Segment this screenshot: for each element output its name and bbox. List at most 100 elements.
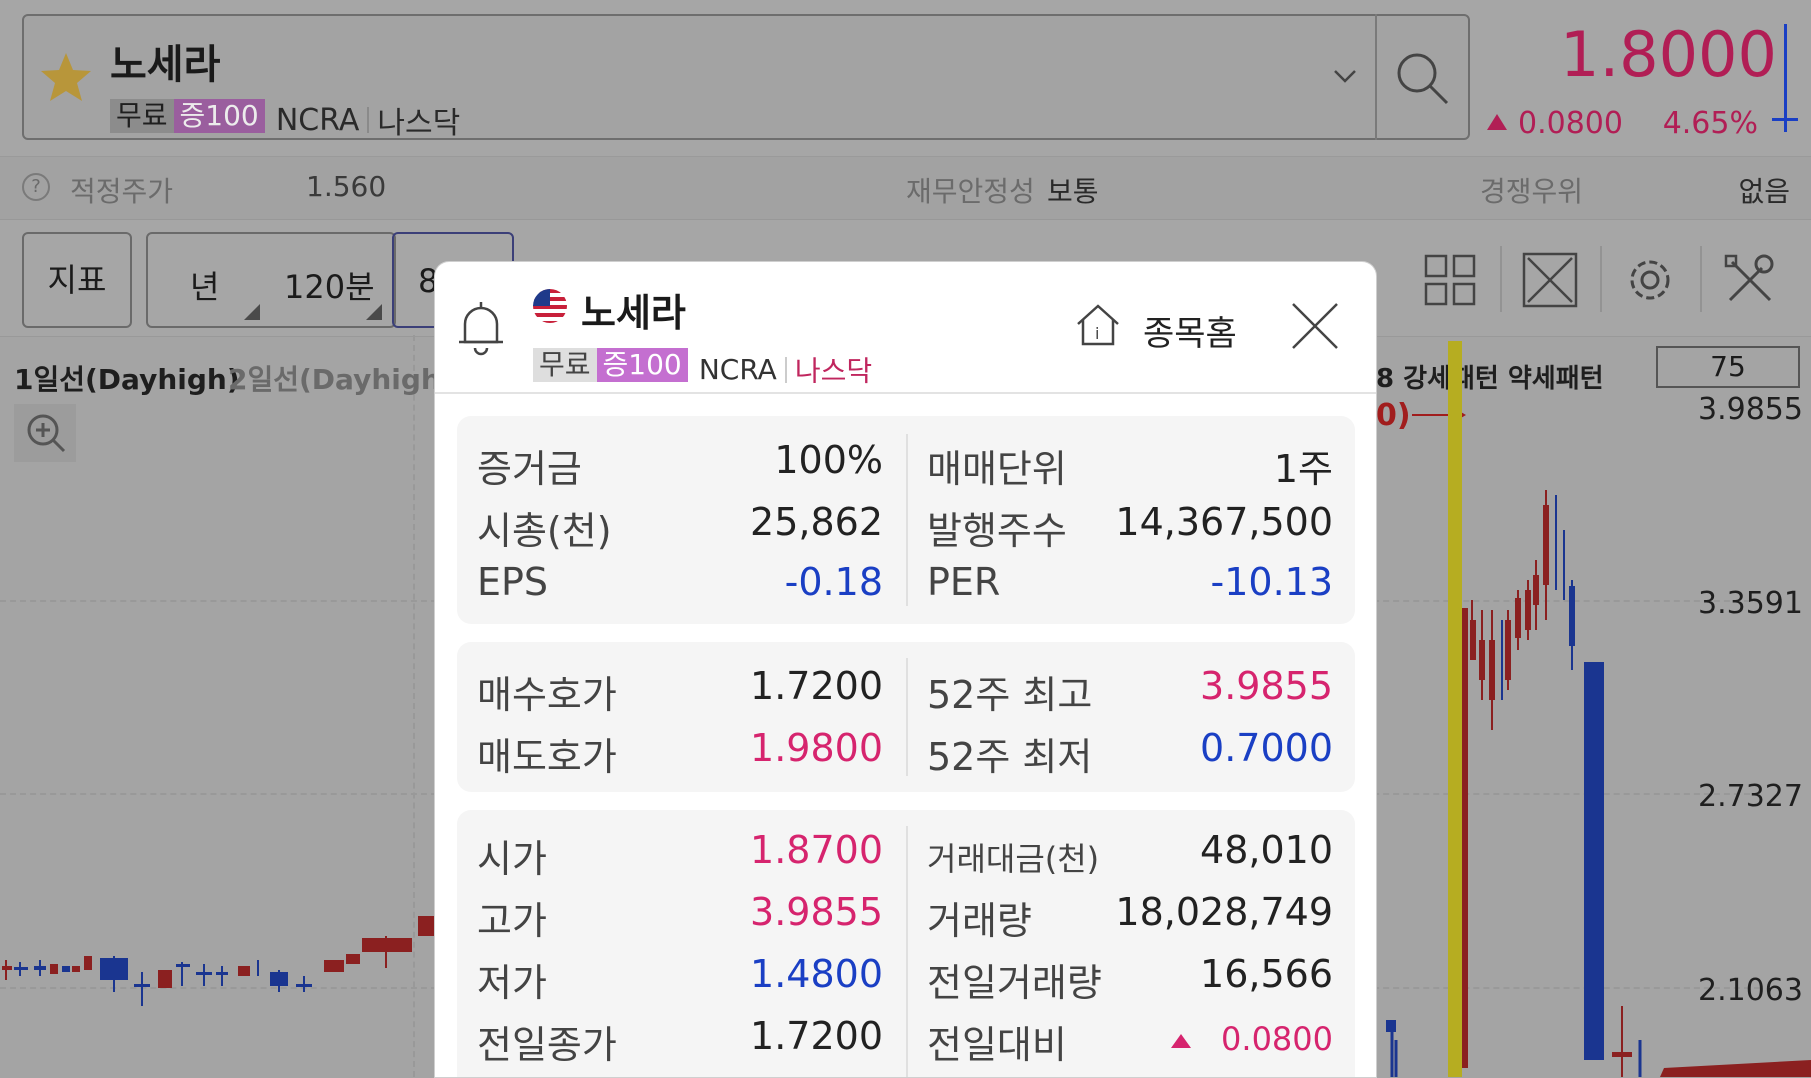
- price-label: 3.9855: [1698, 392, 1803, 427]
- us-flag-icon: [533, 289, 567, 323]
- low-value: 1.4800: [750, 952, 883, 996]
- popup-stock-tags: 무료 증100 NCRA 나스닥: [533, 348, 872, 388]
- toolbar-divider: [1500, 246, 1502, 312]
- grid-line: [413, 335, 415, 1077]
- help-icon[interactable]: ?: [22, 173, 50, 201]
- volume-value: 18,028,749: [1115, 890, 1333, 934]
- high-label: 고가: [477, 899, 547, 943]
- open-label: 시가: [477, 837, 547, 881]
- popup-tag-margin: 증100: [596, 348, 688, 382]
- price-label: 3.3591: [1698, 586, 1803, 621]
- tag-margin: 증100: [173, 98, 265, 133]
- per-label: PER: [927, 560, 1001, 604]
- high52-label: 52주 최고: [927, 673, 1093, 717]
- trading-card: 시가 1.8700 거래대금(천) 48,010 고가 3.9855 거래량 1…: [457, 810, 1355, 1077]
- ticker: NCRA: [275, 102, 360, 138]
- value-box: 75: [1656, 346, 1800, 388]
- amount-label: 거래대금(천): [927, 840, 1100, 878]
- stability-label: 재무안정성: [906, 175, 1035, 208]
- tag-free: 무료: [110, 98, 174, 133]
- open-value: 1.8700: [750, 828, 883, 872]
- price-label: 2.1063: [1698, 973, 1803, 1008]
- indicator-button[interactable]: 지표: [22, 232, 132, 328]
- fullscreen-icon[interactable]: [1522, 252, 1578, 308]
- period-year-button[interactable]: 년: [190, 262, 219, 308]
- svg-text:i: i: [1095, 324, 1099, 343]
- stability-value: 보통: [1047, 175, 1099, 208]
- pattern-label: 8 강세패턴 약세패턴: [1376, 364, 1604, 394]
- stock-info-popup: 노세라 무료 증100 NCRA 나스닥 i 종목홈 증거금 100% 매매단위 1…: [435, 262, 1376, 1077]
- high-value: 3.9855: [750, 890, 883, 934]
- prev-close-value: 1.7200: [750, 1014, 883, 1058]
- current-price: 1.8000: [1560, 18, 1777, 91]
- favorite-star-icon[interactable]: [38, 50, 94, 106]
- legend-2: 2일선(Dayhigh): [228, 363, 454, 396]
- competitive-label: 경쟁우위: [1480, 175, 1584, 208]
- toolbar-divider: [1600, 246, 1602, 312]
- shares-value: 14,367,500: [1115, 500, 1333, 544]
- mini-candle-tick: [1772, 118, 1798, 121]
- eps-label: EPS: [477, 560, 549, 604]
- margin-label: 증거금: [477, 447, 582, 491]
- price-change-pct: 4.65%: [1662, 106, 1758, 141]
- ask-label: 매도호가: [477, 735, 617, 779]
- indicator-label: 지표: [47, 261, 107, 299]
- stock-name: 노세라: [110, 42, 221, 88]
- toolbar-divider: [1700, 246, 1702, 312]
- home-icon: i: [1075, 302, 1121, 348]
- bid-label: 매수호가: [477, 673, 617, 717]
- chevron-down-icon[interactable]: [1332, 66, 1358, 86]
- popup-header-divider: [435, 392, 1376, 394]
- prev-close-label: 전일종가: [477, 1023, 617, 1067]
- volume-label: 거래량: [927, 899, 1032, 943]
- market-cap-value: 25,862: [750, 500, 883, 544]
- popup-ticker: NCRA: [698, 353, 777, 386]
- prev-change-label: 전일대비: [927, 1023, 1067, 1067]
- card-divider: [906, 826, 908, 1077]
- unit-label: 매매단위: [927, 447, 1067, 491]
- period-120-button[interactable]: 120분: [284, 262, 375, 308]
- prev-volume-label: 전일거래량: [927, 961, 1102, 1005]
- arrow-label: 0): [1376, 398, 1411, 433]
- competitive-value: 없음: [1738, 175, 1790, 208]
- fair-price-label: 적정주가: [70, 175, 174, 208]
- grid-layout-icon[interactable]: [1424, 254, 1476, 306]
- card-divider: [906, 658, 908, 776]
- stock-tags: 무료 증100 NCRA 나스닥: [110, 98, 460, 141]
- prev-change-value: 0.0800: [1221, 1020, 1333, 1058]
- prev-volume-value: 16,566: [1200, 952, 1333, 996]
- search-divider: [1375, 14, 1377, 140]
- legend-1: 1일선(Dayhigh): [14, 363, 240, 396]
- period-year-dropdown-icon: [244, 304, 260, 320]
- close-icon[interactable]: [1290, 301, 1340, 351]
- popup-stock-name: 노세라: [581, 291, 686, 335]
- gear-icon[interactable]: [1622, 252, 1678, 308]
- stock-home-label: 종목홈: [1143, 314, 1237, 354]
- quotes-card: 매수호가 1.7200 52주 최고 3.9855 매도호가 1.9800 52…: [457, 642, 1355, 792]
- eps-value: -0.18: [784, 560, 883, 604]
- popup-tag-free: 무료: [533, 348, 597, 382]
- search-icon[interactable]: [1392, 48, 1452, 108]
- price-change: 0.0800: [1518, 106, 1623, 141]
- price-label: 2.7327: [1698, 779, 1803, 814]
- market-cap-label: 시총(천): [477, 509, 612, 553]
- period-120-dropdown-icon: [366, 304, 382, 320]
- zoom-in-icon[interactable]: [14, 404, 76, 462]
- stock-home-button[interactable]: i 종목홈: [1075, 302, 1255, 354]
- ask-value: 1.9800: [750, 726, 883, 770]
- bid-value: 1.7200: [750, 664, 883, 708]
- unit-value: 1주: [1273, 447, 1333, 491]
- value-box-text: 75: [1710, 350, 1746, 383]
- exchange: 나스닥: [377, 106, 461, 141]
- popup-exchange: 나스닥: [794, 354, 873, 388]
- low52-label: 52주 최저: [927, 735, 1093, 779]
- bell-icon[interactable]: [457, 300, 505, 358]
- shares-label: 발행주수: [927, 509, 1067, 553]
- low52-value: 0.7000: [1200, 726, 1333, 770]
- highlight-bar: [1448, 341, 1462, 1077]
- tools-icon[interactable]: [1722, 252, 1778, 308]
- high52-value: 3.9855: [1200, 664, 1333, 708]
- low-label: 저가: [477, 961, 547, 1005]
- margin-value: 100%: [774, 438, 883, 482]
- up-triangle-icon: [1487, 114, 1507, 130]
